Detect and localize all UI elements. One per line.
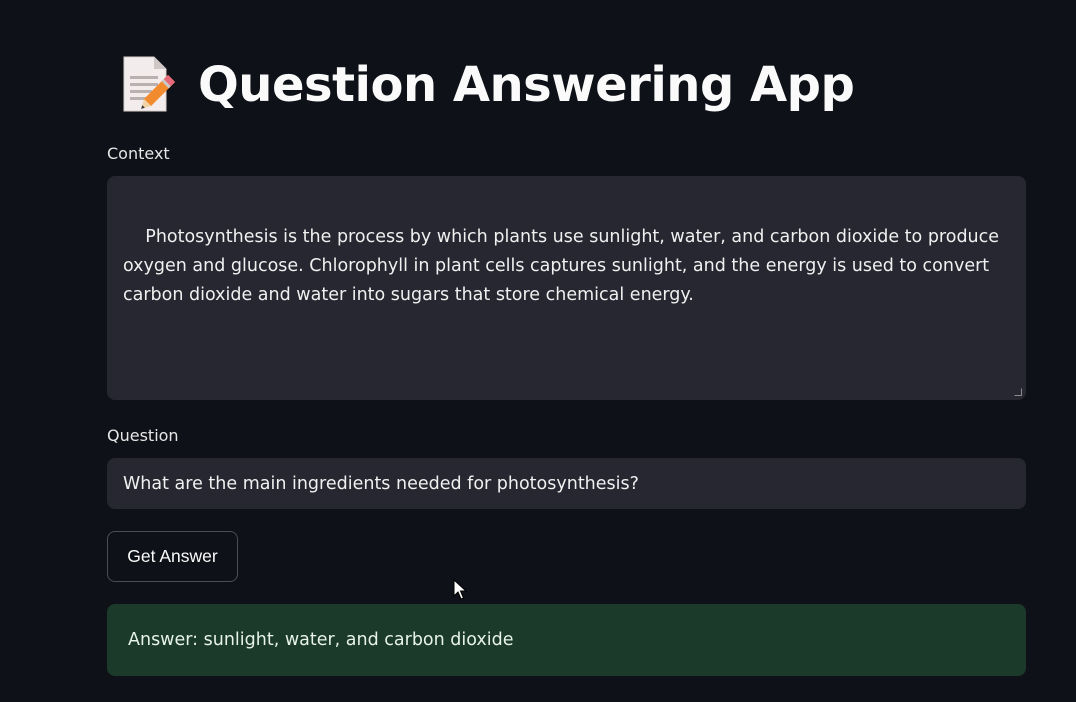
question-input[interactable]: What are the main ingredients needed for… [107, 458, 1026, 509]
title-row: Question Answering App [118, 50, 855, 120]
context-textarea[interactable]: Photosynthesis is the process by which p… [107, 176, 1026, 400]
mouse-cursor-icon [453, 579, 467, 600]
memo-pencil-icon [123, 56, 176, 112]
resize-grip-icon[interactable] [1014, 388, 1022, 396]
context-text: Photosynthesis is the process by which p… [123, 227, 1005, 305]
get-answer-button[interactable]: Get Answer [107, 531, 238, 582]
question-text: What are the main ingredients needed for… [123, 473, 639, 494]
app-root: Question Answering App Context Photosynt… [0, 0, 1076, 702]
question-label: Question [107, 426, 179, 445]
context-label: Context [107, 144, 170, 163]
answer-text: Answer: sunlight, water, and carbon diox… [128, 630, 514, 650]
page-title: Question Answering App [198, 57, 855, 113]
answer-success-box: Answer: sunlight, water, and carbon diox… [107, 604, 1026, 676]
